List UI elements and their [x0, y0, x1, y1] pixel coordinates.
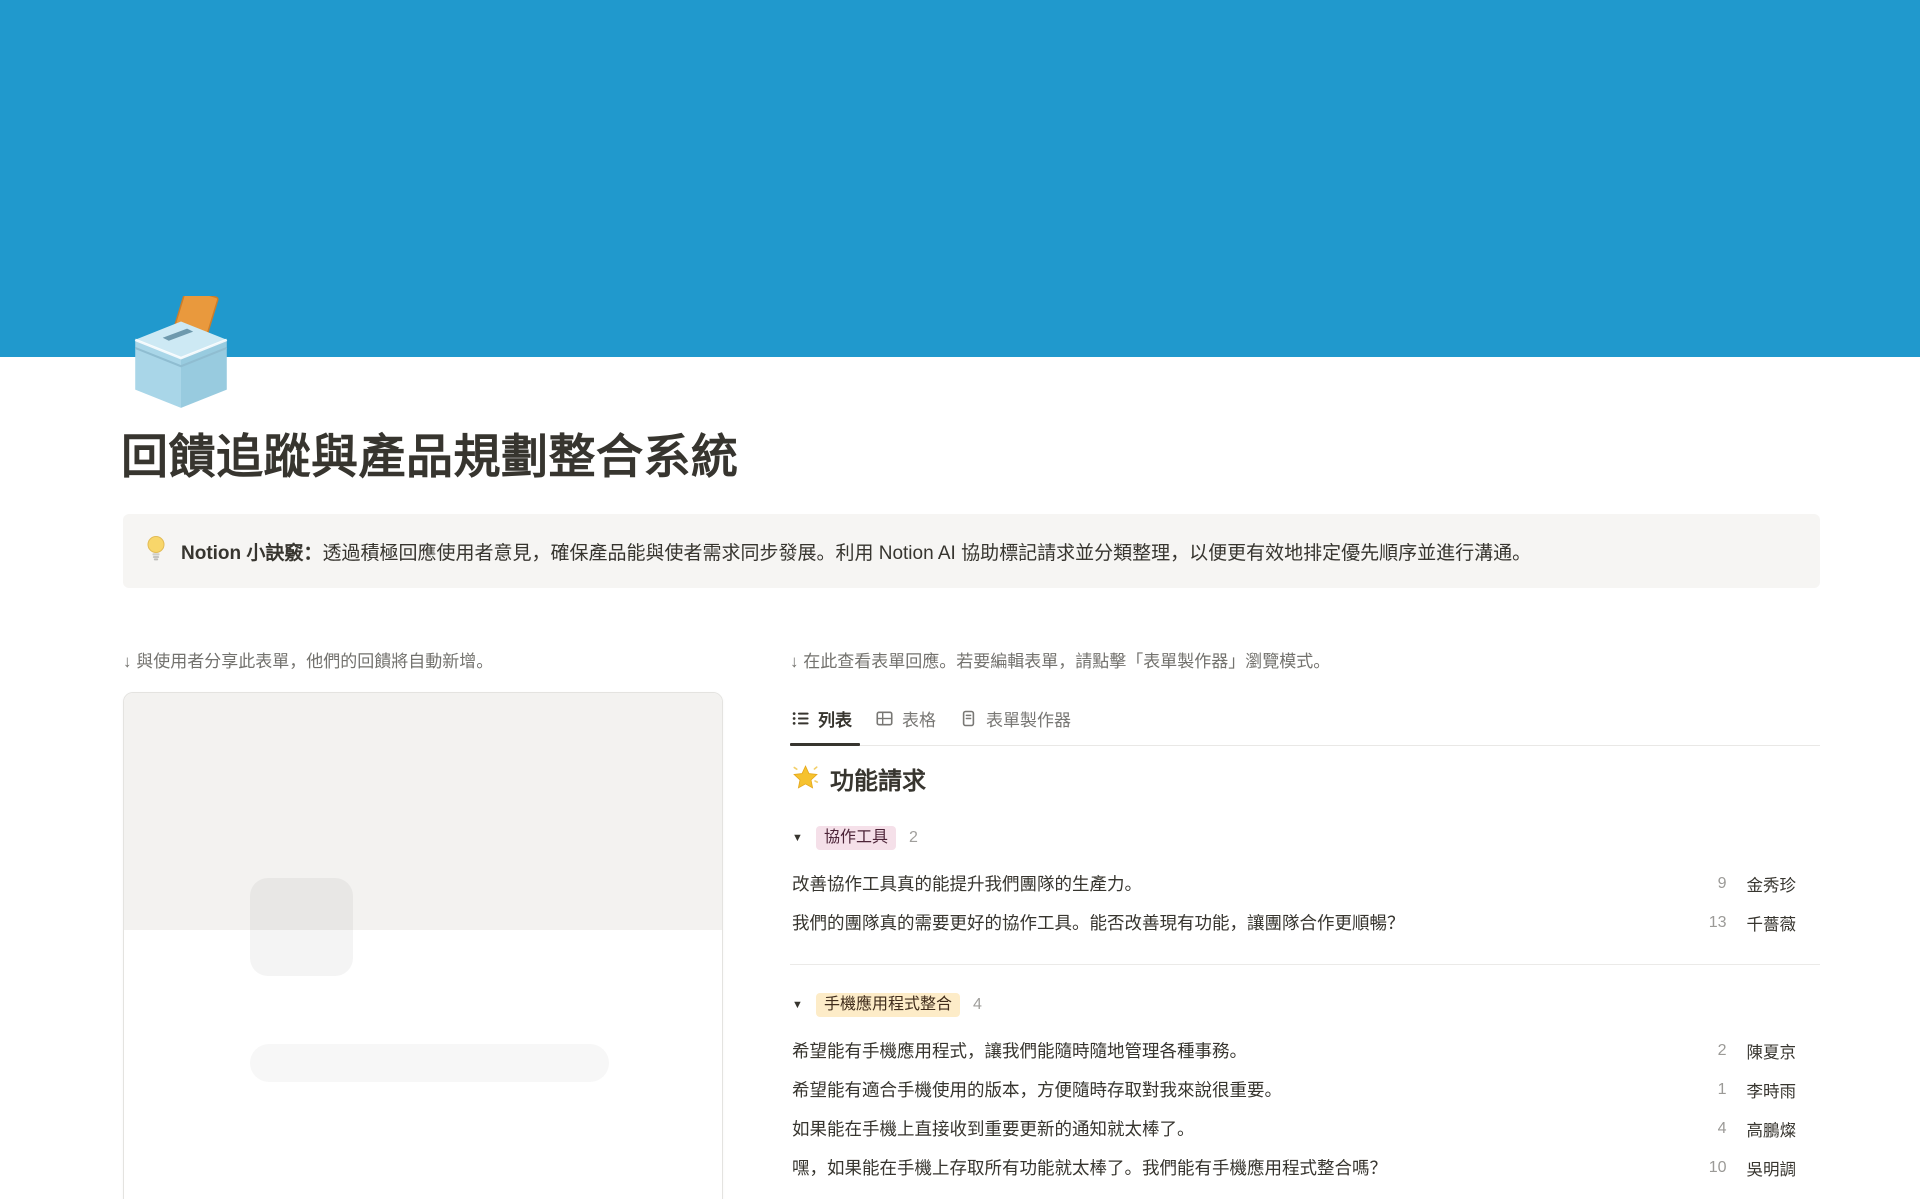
- tab-table-view[interactable]: 表格: [864, 694, 948, 745]
- tab-label: 表格: [902, 706, 936, 731]
- tab-list-view[interactable]: 列表: [790, 694, 864, 745]
- group-count: 4: [973, 996, 982, 1014]
- form-share-column: ↓ 與使用者分享此表單，他們的回饋將自動新增。: [123, 650, 756, 1199]
- vote-count: 1: [1697, 1081, 1727, 1099]
- form-skeleton-bar: [250, 1044, 609, 1082]
- feedback-row[interactable]: 改善協作工具真的能提升我們團隊的生產力。 9 金秀珍: [790, 864, 1820, 903]
- tab-form-builder[interactable]: 表單製作器: [948, 694, 1083, 745]
- ballot-box-emoji[interactable]: [122, 296, 240, 410]
- feedback-text: 我們的團隊真的需要更好的協作工具。能否改善現有功能，讓團隊合作更順暢？: [792, 910, 1697, 935]
- form-share-hint: ↓ 與使用者分享此表單，他們的回饋將自動新增。: [123, 650, 756, 674]
- section-title: 功能請求: [830, 766, 926, 798]
- notion-tip-callout: Notion 小訣竅：透過積極回應使用者意見，確保產品能與使者需求同步發展。利用…: [123, 514, 1820, 588]
- form-skeleton-icon: [250, 878, 353, 976]
- embedded-form-placeholder: [123, 692, 723, 1199]
- page-cover: [0, 0, 1920, 357]
- group-count: 2: [909, 829, 918, 847]
- tab-label: 列表: [818, 706, 852, 731]
- feedback-row[interactable]: 嘿，如果能在手機上存取所有功能就太棒了。我們能有手機應用程式整合嗎？ 10 吳明…: [790, 1148, 1820, 1187]
- page-title[interactable]: 回饋追蹤與產品規劃整合系統: [121, 418, 739, 487]
- submitter-name: 吳明調: [1747, 1156, 1797, 1180]
- glowing-star-emoji: [792, 764, 819, 800]
- vote-count: 13: [1697, 914, 1727, 932]
- two-column-layout: ↓ 與使用者分享此表單，他們的回饋將自動新增。 ↓ 在此查看表單回應。若要編輯表…: [123, 650, 1820, 1199]
- callout-text: Notion 小訣竅：透過積極回應使用者意見，確保產品能與使者需求同步發展。利用…: [181, 538, 1531, 565]
- submitter-name: 陳夏京: [1747, 1039, 1797, 1063]
- group-badge[interactable]: 手機應用程式整合: [816, 993, 960, 1017]
- feedback-text: 希望能有適合手機使用的版本，方便隨時存取對我來說很重要。: [792, 1077, 1697, 1102]
- callout-rest: 透過積極回應使用者意見，確保產品能與使者需求同步發展。利用 Notion AI …: [322, 543, 1531, 564]
- submitter-name: 千薔薇: [1747, 911, 1797, 935]
- callout-bold: Notion 小訣竅：: [181, 543, 322, 564]
- section-heading: 功能請求: [790, 764, 1820, 800]
- feedback-row[interactable]: 希望能有手機應用程式，讓我們能隨時隨地管理各種事務。 2 陳夏京: [790, 1031, 1820, 1070]
- light-bulb-emoji: [146, 535, 166, 567]
- feedback-text: 嘿，如果能在手機上存取所有功能就太棒了。我們能有手機應用程式整合嗎？: [792, 1155, 1697, 1180]
- responses-hint: ↓ 在此查看表單回應。若要編輯表單，請點擊「表單製作器」瀏覽模式。: [790, 650, 1820, 674]
- collapse-toggle-icon[interactable]: ▼: [792, 999, 816, 1011]
- list-view-icon: [792, 710, 809, 727]
- form-skeleton-header: [124, 693, 722, 930]
- vote-count: 10: [1697, 1159, 1727, 1177]
- vote-count: 2: [1697, 1042, 1727, 1060]
- feedback-row[interactable]: 如果能在手機上直接收到重要更新的通知就太棒了。 4 高鵬燦: [790, 1109, 1820, 1148]
- table-view-icon: [876, 710, 893, 727]
- notion-page: 回饋追蹤與產品規劃整合系統 Notion 小訣竅：透過積極回應使用者意見，確保產…: [0, 0, 1920, 1199]
- view-tabbar: 列表 表格 表單製作器: [790, 694, 1820, 746]
- feedback-text: 如果能在手機上直接收到重要更新的通知就太棒了。: [792, 1116, 1697, 1141]
- feedback-text: 改善協作工具真的能提升我們團隊的生產力。: [792, 871, 1697, 896]
- responses-column: ↓ 在此查看表單回應。若要編輯表單，請點擊「表單製作器」瀏覽模式。 列表: [790, 650, 1820, 1199]
- submitter-name: 高鵬燦: [1747, 1117, 1797, 1141]
- group-rows: 改善協作工具真的能提升我們團隊的生產力。 9 金秀珍 我們的團隊真的需要更好的協…: [790, 864, 1820, 942]
- feedback-row[interactable]: 希望能有適合手機使用的版本，方便隨時存取對我來說很重要。 1 李時雨: [790, 1070, 1820, 1109]
- feedback-row[interactable]: 我們的團隊真的需要更好的協作工具。能否改善現有功能，讓團隊合作更順暢？ 13 千…: [790, 903, 1820, 942]
- group-header: ▼ 手機應用程式整合 4: [790, 993, 1820, 1017]
- vote-count: 9: [1697, 875, 1727, 893]
- submitter-name: 金秀珍: [1747, 872, 1797, 896]
- vote-count: 4: [1697, 1120, 1727, 1138]
- submitter-name: 李時雨: [1747, 1078, 1797, 1102]
- form-builder-icon: [960, 710, 977, 727]
- tab-label: 表單製作器: [986, 706, 1071, 731]
- group-badge[interactable]: 協作工具: [816, 826, 896, 850]
- group-rows: 希望能有手機應用程式，讓我們能隨時隨地管理各種事務。 2 陳夏京 希望能有適合手…: [790, 1031, 1820, 1187]
- feedback-text: 希望能有手機應用程式，讓我們能隨時隨地管理各種事務。: [792, 1038, 1697, 1063]
- collapse-toggle-icon[interactable]: ▼: [792, 832, 816, 844]
- group-header: ▼ 協作工具 2: [790, 826, 1820, 850]
- feedback-group-mobile-app: ▼ 手機應用程式整合 4 希望能有手機應用程式，讓我們能隨時隨地管理各種事務。 …: [790, 965, 1820, 1199]
- feedback-group-collaboration: ▼ 協作工具 2 改善協作工具真的能提升我們團隊的生產力。 9 金秀珍 我們的團…: [790, 800, 1820, 965]
